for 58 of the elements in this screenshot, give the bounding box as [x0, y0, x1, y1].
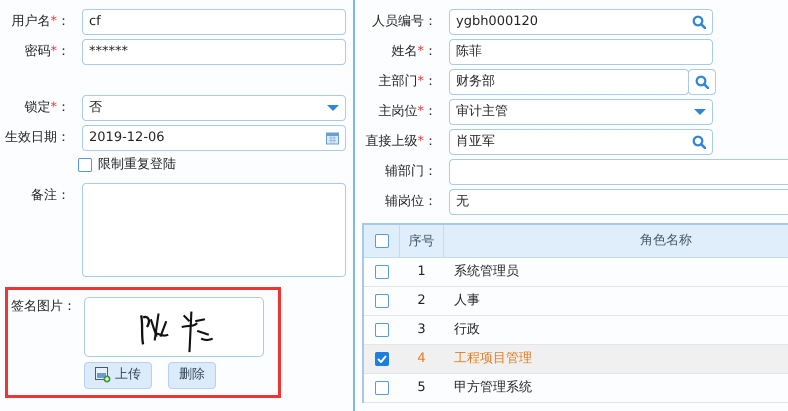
table-row[interactable]: 1 系统管理员 — [364, 258, 788, 287]
row-number: 3 — [416, 321, 427, 340]
password-field[interactable]: ****** — [82, 39, 346, 65]
input-field[interactable]: 陈菲 — [449, 39, 713, 65]
role-name: 工程项目管理 — [453, 350, 533, 368]
checkbox[interactable] — [374, 381, 388, 395]
field-label: 辅部门： — [384, 163, 437, 181]
field-label: 姓名*： — [390, 43, 437, 61]
input-field[interactable]: 财务部 — [449, 69, 689, 95]
input-field[interactable]: ygbh000120 — [449, 9, 713, 35]
column-header[interactable]: 角色名称 — [444, 231, 788, 251]
field-label: 密码*： — [24, 43, 70, 61]
delete-button[interactable]: 删除 — [168, 362, 216, 388]
field-label: 生效日期： — [4, 129, 70, 147]
input-field[interactable] — [449, 159, 788, 185]
field-label: 用户名*： — [10, 13, 70, 31]
checkbox[interactable] — [374, 294, 388, 308]
search-button[interactable] — [688, 69, 716, 95]
field-label: 主岗位*： — [378, 103, 437, 121]
field-label: 辅岗位： — [384, 193, 437, 211]
dropdown[interactable]: 否 — [82, 95, 346, 121]
checkbox[interactable] — [78, 158, 92, 172]
input-field[interactable]: 肖亚军 — [449, 129, 713, 155]
upload-button[interactable]: 上传 — [84, 362, 152, 388]
search-icon[interactable] — [692, 15, 706, 29]
image-add-icon — [95, 367, 111, 383]
checkbox[interactable] — [374, 323, 388, 337]
date-field[interactable]: 2019-12-06 — [82, 125, 346, 151]
checkbox[interactable] — [374, 234, 388, 248]
dropdown-caret-icon[interactable] — [694, 108, 706, 116]
checkbox[interactable] — [374, 265, 388, 279]
search-icon[interactable] — [692, 135, 706, 149]
field-label: 签名图片： — [10, 298, 76, 316]
role-name: 系统管理员 — [453, 263, 520, 282]
field-label: 锁定*： — [24, 99, 70, 117]
field-label: 直接上级*： — [364, 133, 437, 151]
role-name: 甲方管理系统 — [453, 379, 533, 398]
column-header[interactable]: 序号 — [399, 224, 444, 258]
text-area[interactable] — [82, 182, 346, 276]
row-number: 2 — [416, 292, 427, 310]
row-number: 1 — [416, 263, 427, 282]
dropdown[interactable]: 审计主管 — [449, 99, 713, 125]
field-label: 主部门*： — [378, 73, 437, 91]
search-icon — [695, 75, 709, 89]
calendar-icon[interactable] — [326, 131, 339, 145]
input-field[interactable]: 无 — [449, 189, 788, 215]
input-field[interactable]: cf — [82, 9, 346, 35]
role-name: 行政 — [453, 321, 481, 340]
table-row[interactable]: 2 人事 — [364, 287, 788, 316]
field-label: 人员编号： — [371, 13, 437, 31]
row-number: 4 — [416, 350, 427, 368]
field-label: 备注： — [30, 186, 70, 204]
row-number: 5 — [416, 379, 427, 398]
role-name: 人事 — [453, 292, 481, 310]
checkbox[interactable] — [374, 352, 388, 366]
dropdown-caret-icon[interactable] — [327, 104, 339, 112]
table-row[interactable]: 5 甲方管理系统 — [364, 374, 788, 403]
checkbox-label: 限制重复登陆 — [98, 156, 176, 174]
